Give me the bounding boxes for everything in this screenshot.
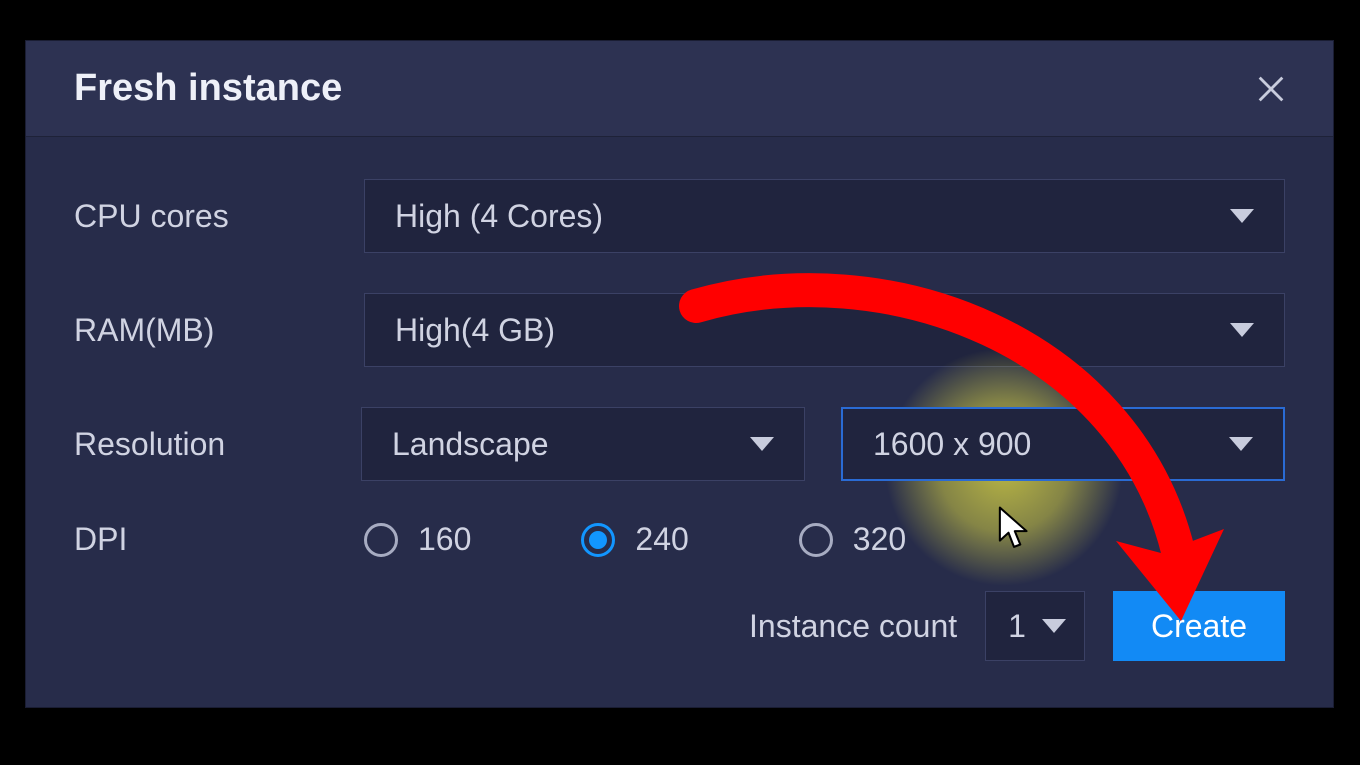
dpi-radio-320[interactable]: 320 <box>799 521 906 558</box>
chevron-down-icon <box>1229 437 1253 451</box>
dpi-row: DPI 160 240 320 <box>74 521 1285 558</box>
resolution-label: Resolution <box>74 426 361 463</box>
chevron-down-icon <box>1042 619 1066 633</box>
cpu-label: CPU cores <box>74 198 364 235</box>
instance-count-label: Instance count <box>749 608 957 645</box>
cpu-row: CPU cores High (4 Cores) <box>74 179 1285 253</box>
dpi-option-label: 320 <box>853 521 906 558</box>
resolution-size-select[interactable]: 1600 x 900 <box>841 407 1285 481</box>
close-button[interactable] <box>1247 65 1295 113</box>
instance-count-select[interactable]: 1 <box>985 591 1085 661</box>
create-button[interactable]: Create <box>1113 591 1285 661</box>
dialog-titlebar: Fresh instance <box>26 41 1333 137</box>
dpi-radio-160[interactable]: 160 <box>364 521 471 558</box>
fresh-instance-dialog: Fresh instance CPU cores High (4 Cores) … <box>25 40 1334 708</box>
ram-select[interactable]: High(4 GB) <box>364 293 1285 367</box>
resolution-orientation-value: Landscape <box>392 426 549 463</box>
cpu-select[interactable]: High (4 Cores) <box>364 179 1285 253</box>
dialog-title: Fresh instance <box>74 67 342 110</box>
instance-count-value: 1 <box>1008 608 1026 645</box>
ram-row: RAM(MB) High(4 GB) <box>74 293 1285 367</box>
dpi-radio-group: 160 240 320 <box>364 521 906 558</box>
ram-label: RAM(MB) <box>74 312 364 349</box>
radio-icon <box>581 523 615 557</box>
resolution-size-value: 1600 x 900 <box>873 426 1031 463</box>
dpi-radio-240[interactable]: 240 <box>581 521 688 558</box>
dpi-option-label: 240 <box>635 521 688 558</box>
close-icon <box>1254 72 1288 106</box>
ram-select-value: High(4 GB) <box>395 312 555 349</box>
resolution-row: Resolution Landscape 1600 x 900 <box>74 407 1285 481</box>
resolution-orientation-select[interactable]: Landscape <box>361 407 805 481</box>
chevron-down-icon <box>750 437 774 451</box>
dialog-footer: Instance count 1 Create <box>749 591 1285 661</box>
chevron-down-icon <box>1230 323 1254 337</box>
cpu-select-value: High (4 Cores) <box>395 198 603 235</box>
dpi-label: DPI <box>74 521 364 558</box>
dialog-body: CPU cores High (4 Cores) RAM(MB) High(4 … <box>26 137 1333 558</box>
chevron-down-icon <box>1230 209 1254 223</box>
radio-icon <box>799 523 833 557</box>
radio-icon <box>364 523 398 557</box>
dpi-option-label: 160 <box>418 521 471 558</box>
